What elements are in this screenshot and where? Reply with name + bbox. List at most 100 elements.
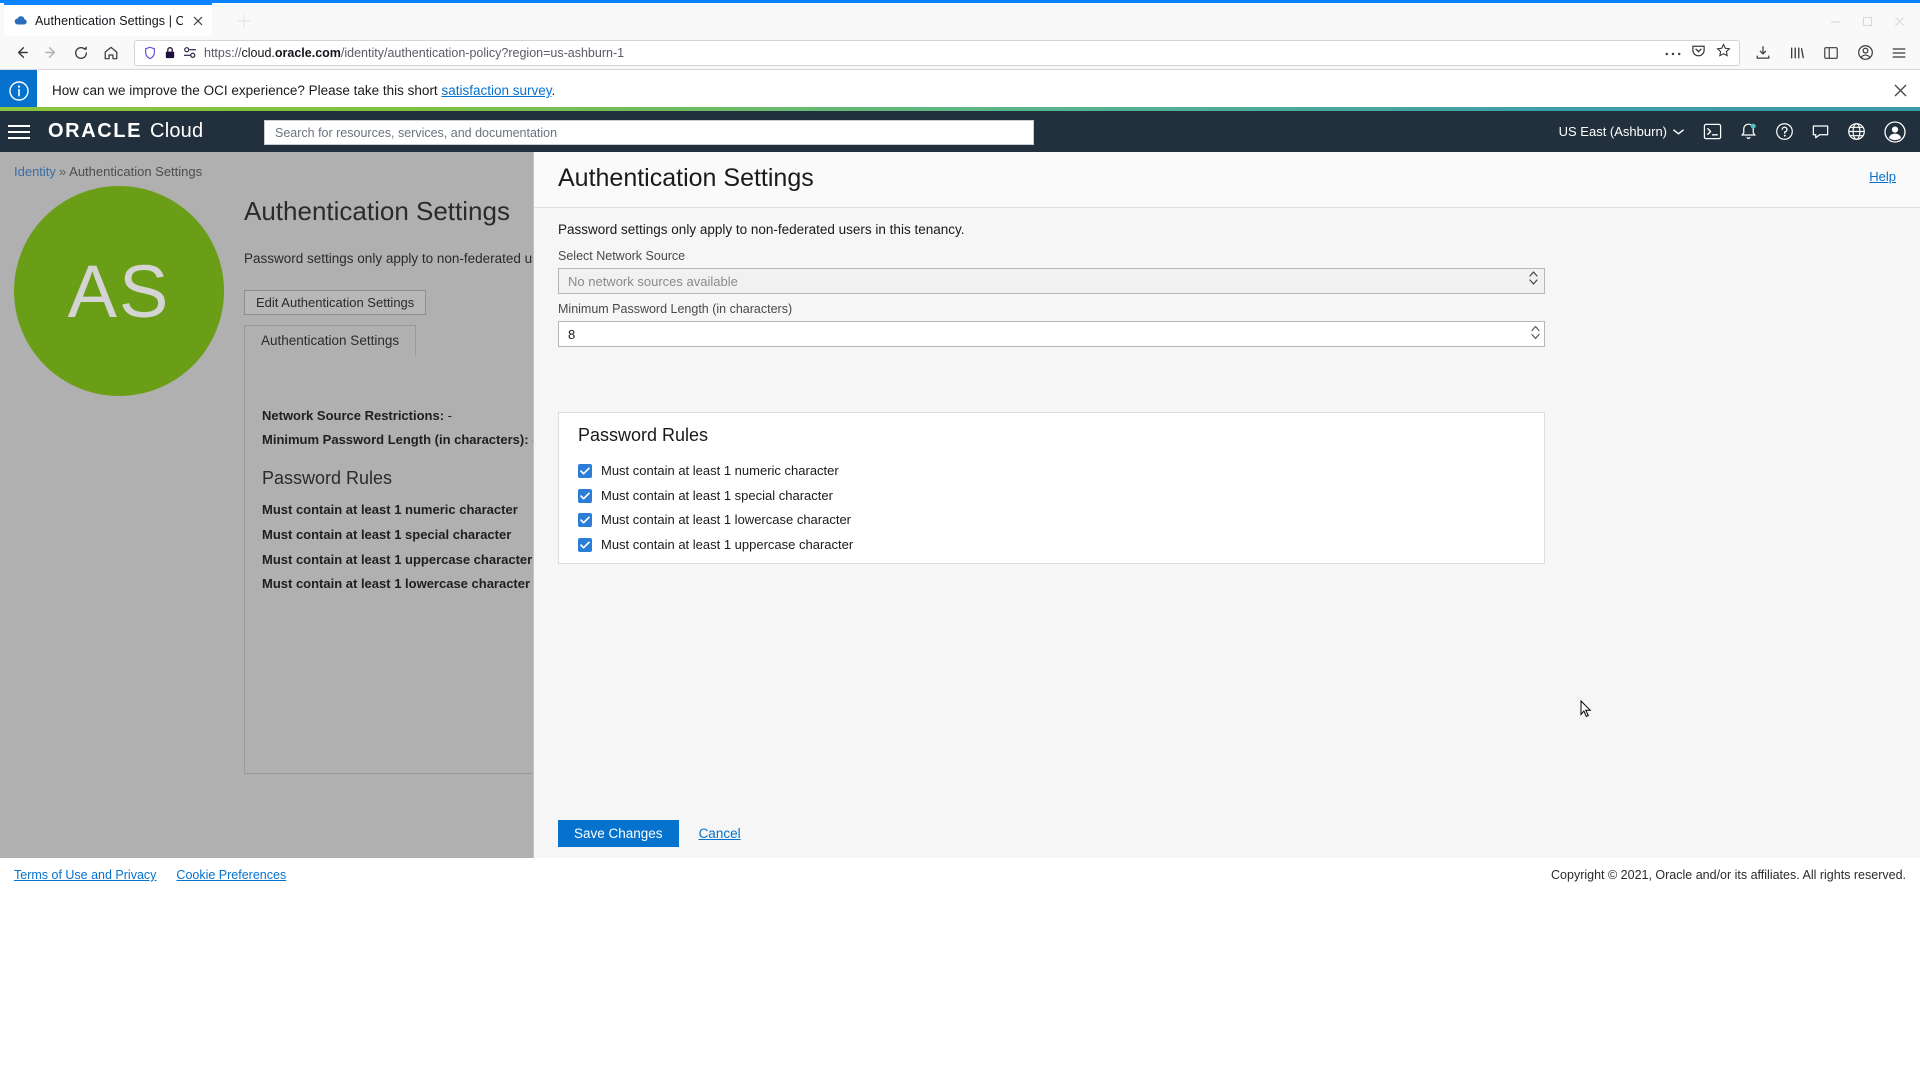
close-icon[interactable] bbox=[1880, 70, 1920, 111]
breadcrumb-link-identity[interactable]: Identity bbox=[14, 164, 56, 179]
minimum-password-length-value: 8 bbox=[568, 327, 575, 342]
save-changes-button[interactable]: Save Changes bbox=[558, 820, 679, 847]
drawer-footer: Save Changes Cancel bbox=[534, 808, 1920, 858]
user-avatar-icon[interactable] bbox=[1876, 111, 1914, 152]
download-icon[interactable] bbox=[1748, 38, 1778, 68]
page-subtitle: Password settings only apply to non-fede… bbox=[244, 251, 533, 266]
password-rule-item: Must contain at least 1 lowercase charac… bbox=[262, 576, 530, 591]
cancel-link[interactable]: Cancel bbox=[699, 826, 741, 841]
rule-label: Must contain at least 1 uppercase charac… bbox=[601, 537, 853, 552]
satisfaction-survey-link[interactable]: satisfaction survey bbox=[441, 83, 551, 98]
avatar: AS bbox=[14, 186, 224, 396]
password-rule-item: Must contain at least 1 numeric characte… bbox=[262, 502, 518, 517]
password-rule-uppercase[interactable]: Must contain at least 1 uppercase charac… bbox=[578, 537, 853, 552]
drawer-title: Authentication Settings bbox=[558, 164, 814, 193]
detail-label: Network Source Restrictions: bbox=[262, 408, 444, 423]
reload-icon[interactable] bbox=[66, 38, 96, 68]
ellipsis-icon[interactable] bbox=[1665, 44, 1681, 62]
minimize-icon[interactable] bbox=[1820, 6, 1850, 36]
banner-text: How can we improve the OCI experience? P… bbox=[37, 83, 1880, 98]
region-selector[interactable]: US East (Ashburn) bbox=[1551, 111, 1692, 152]
new-tab-button[interactable] bbox=[230, 7, 258, 35]
home-icon[interactable] bbox=[96, 38, 126, 68]
hamburger-menu-icon[interactable] bbox=[8, 119, 34, 145]
oracle-cloud-logo[interactable]: ORACLE Cloud bbox=[48, 120, 203, 143]
arrow-right-icon bbox=[36, 38, 66, 68]
url-bar[interactable]: https://cloud.oracle.com/identity/authen… bbox=[134, 40, 1740, 66]
maximize-icon[interactable] bbox=[1852, 6, 1882, 36]
rule-label: Must contain at least 1 lowercase charac… bbox=[601, 512, 851, 527]
browser-tab[interactable]: Authentication Settings | Oracl bbox=[4, 3, 212, 36]
sidebar-icon[interactable] bbox=[1816, 38, 1846, 68]
account-icon[interactable] bbox=[1850, 38, 1880, 68]
window-close-icon[interactable] bbox=[1884, 6, 1914, 36]
password-rule-numeric[interactable]: Must contain at least 1 numeric characte… bbox=[578, 463, 839, 478]
star-icon[interactable] bbox=[1716, 43, 1731, 63]
chat-icon[interactable] bbox=[1804, 111, 1836, 152]
banner-text-after: . bbox=[551, 83, 555, 98]
password-rule-special[interactable]: Must contain at least 1 special characte… bbox=[578, 488, 833, 503]
background-page: Identity»Authentication Settings AS Auth… bbox=[0, 152, 533, 858]
page-title: Authentication Settings bbox=[244, 196, 510, 227]
terms-of-use-link[interactable]: Terms of Use and Privacy bbox=[14, 868, 156, 882]
hamburger-menu-icon[interactable] bbox=[1884, 38, 1914, 68]
password-rules-card: Password Rules Must contain at least 1 n… bbox=[558, 412, 1545, 564]
drawer-note: Password settings only apply to non-fede… bbox=[558, 222, 964, 237]
page-footer: Terms of Use and Privacy Cookie Preferen… bbox=[0, 858, 1920, 892]
detail-network-source-restrictions: Network Source Restrictions: - bbox=[262, 408, 452, 423]
tab-authentication-settings[interactable]: Authentication Settings bbox=[244, 325, 416, 356]
oci-header: ORACLE Cloud Search for resources, servi… bbox=[0, 111, 1920, 152]
library-icon[interactable] bbox=[1782, 38, 1812, 68]
shield-icon[interactable] bbox=[143, 46, 157, 60]
help-link[interactable]: Help bbox=[1869, 169, 1896, 184]
pocket-icon[interactable] bbox=[1691, 43, 1706, 63]
lock-icon[interactable] bbox=[164, 46, 176, 59]
drawer-body: Password settings only apply to non-fede… bbox=[534, 208, 1920, 808]
bell-icon[interactable] bbox=[1732, 111, 1764, 152]
network-source-select[interactable]: No network sources available bbox=[558, 268, 1545, 294]
terminal-icon[interactable] bbox=[1696, 111, 1728, 152]
edit-authentication-settings-button[interactable]: Edit Authentication Settings bbox=[244, 290, 426, 315]
spinner-arrows-icon[interactable] bbox=[1531, 325, 1540, 340]
search-input[interactable]: Search for resources, services, and docu… bbox=[264, 120, 1034, 145]
url-text: https://cloud.oracle.com/identity/authen… bbox=[204, 46, 1658, 60]
minimum-password-length-label: Minimum Password Length (in characters) bbox=[558, 302, 792, 316]
detail-label: Minimum Password Length (in characters): bbox=[262, 432, 529, 447]
arrow-left-icon[interactable] bbox=[6, 38, 36, 68]
checkbox-checked-icon[interactable] bbox=[578, 489, 592, 503]
copyright-text: Copyright © 2021, Oracle and/or its affi… bbox=[1551, 868, 1906, 882]
globe-icon[interactable] bbox=[1840, 111, 1872, 152]
close-icon[interactable] bbox=[190, 13, 206, 29]
password-rule-item: Must contain at least 1 uppercase charac… bbox=[262, 552, 532, 567]
survey-banner: How can we improve the OCI experience? P… bbox=[0, 70, 1920, 111]
browser-navigation-bar: https://cloud.oracle.com/identity/authen… bbox=[0, 36, 1920, 70]
tab-title: Authentication Settings | Oracl bbox=[35, 14, 183, 28]
minimum-password-length-input[interactable]: 8 bbox=[558, 321, 1545, 347]
drawer-header: Authentication Settings Help bbox=[534, 152, 1920, 208]
permissions-icon[interactable] bbox=[183, 46, 197, 59]
password-rule-item: Must contain at least 1 special characte… bbox=[262, 527, 511, 542]
page-bottom-fill bbox=[0, 892, 1920, 1080]
region-label: US East (Ashburn) bbox=[1559, 124, 1667, 139]
detail-minimum-password-length: Minimum Password Length (in characters):… bbox=[262, 432, 533, 447]
breadcrumb-current: Authentication Settings bbox=[69, 164, 202, 179]
password-rules-title: Password Rules bbox=[578, 425, 708, 446]
checkbox-checked-icon[interactable] bbox=[578, 538, 592, 552]
banner-text-before: How can we improve the OCI experience? P… bbox=[52, 83, 441, 98]
checkbox-checked-icon[interactable] bbox=[578, 513, 592, 527]
checkbox-checked-icon[interactable] bbox=[578, 464, 592, 478]
cookie-preferences-link[interactable]: Cookie Preferences bbox=[176, 868, 286, 882]
avatar-initials: AS bbox=[68, 249, 171, 334]
select-arrows-icon bbox=[1529, 271, 1538, 285]
rule-label: Must contain at least 1 special characte… bbox=[601, 488, 833, 503]
help-icon[interactable] bbox=[1768, 111, 1800, 152]
network-source-label: Select Network Source bbox=[558, 249, 685, 263]
logo-cloud-text: Cloud bbox=[150, 120, 203, 143]
search-placeholder: Search for resources, services, and docu… bbox=[275, 126, 557, 140]
logo-oracle-text: ORACLE bbox=[48, 120, 142, 143]
password-rule-lowercase[interactable]: Must contain at least 1 lowercase charac… bbox=[578, 512, 851, 527]
tab-strip: Authentication Settings | Oracl bbox=[0, 3, 1920, 36]
rule-label: Must contain at least 1 numeric characte… bbox=[601, 463, 839, 478]
detail-value: - bbox=[448, 408, 452, 423]
browser-chrome: Authentication Settings | Oracl bbox=[0, 0, 1920, 70]
